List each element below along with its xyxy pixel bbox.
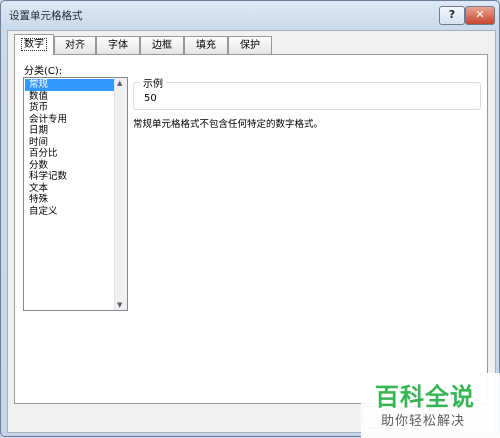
category-item-scientific[interactable]: 科学记数 <box>24 171 127 183</box>
category-item-currency[interactable]: 货币 <box>24 102 127 114</box>
tab-label: 数字 <box>21 38 47 51</box>
tab-font[interactable]: 字体 <box>96 36 140 54</box>
category-item-custom[interactable]: 自定义 <box>24 206 127 218</box>
category-item-time[interactable]: 时间 <box>24 137 127 149</box>
tab-label: 边框 <box>152 40 172 51</box>
category-item-percentage[interactable]: 百分比 <box>24 148 127 160</box>
category-scrollbar[interactable]: ▲ ▼ <box>114 78 127 310</box>
category-item-special[interactable]: 特殊 <box>24 194 127 206</box>
tab-fill[interactable]: 填充 <box>184 36 228 54</box>
sample-value: 50 <box>144 93 157 104</box>
tab-label: 对齐 <box>65 40 85 51</box>
category-item-general[interactable]: 常规 <box>25 79 114 91</box>
format-description: 常规单元格格式不包含任何特定的数字格式。 <box>133 119 324 130</box>
category-listbox[interactable]: 常规 数值 货币 会计专用 日期 时间 百分比 分数 科学记数 文本 特殊 自定… <box>23 77 128 311</box>
tab-border[interactable]: 边框 <box>140 36 184 54</box>
dialog-title: 设置单元格格式 <box>9 10 83 22</box>
watermark: 百科全说 助你轻松解决 <box>361 373 500 438</box>
tab-label: 字体 <box>108 40 128 51</box>
sample-group: 示例 50 <box>133 75 481 110</box>
category-item-date[interactable]: 日期 <box>24 125 127 137</box>
tab-protection[interactable]: 保护 <box>228 36 272 54</box>
tab-alignment[interactable]: 对齐 <box>54 36 96 54</box>
number-tab-panel: 分类(C): 常规 数值 货币 会计专用 日期 时间 百分比 分数 科学记数 文… <box>14 54 488 404</box>
scroll-up-icon[interactable]: ▲ <box>117 79 122 87</box>
scroll-down-icon[interactable]: ▼ <box>117 301 122 309</box>
category-item-accounting[interactable]: 会计专用 <box>24 114 127 126</box>
category-item-number[interactable]: 数值 <box>24 91 127 103</box>
tab-number[interactable]: 数字 <box>14 34 54 55</box>
watermark-slogan: 助你轻松解决 <box>381 414 466 429</box>
category-item-text[interactable]: 文本 <box>24 183 127 195</box>
category-label: 分类(C): <box>24 66 63 77</box>
category-item-fraction[interactable]: 分数 <box>24 160 127 172</box>
help-button[interactable]: ? <box>439 6 465 25</box>
tab-label: 保护 <box>240 40 260 51</box>
watermark-logo: 百科全说 <box>375 383 475 411</box>
sample-legend: 示例 <box>140 75 166 90</box>
close-button[interactable]: ✕ <box>465 6 495 25</box>
format-cells-dialog: 设置单元格格式 ? ✕ 数字 对齐 字体 边框 填充 保护 分类(C): 常规 … <box>0 0 500 438</box>
tab-label: 填充 <box>196 40 216 51</box>
